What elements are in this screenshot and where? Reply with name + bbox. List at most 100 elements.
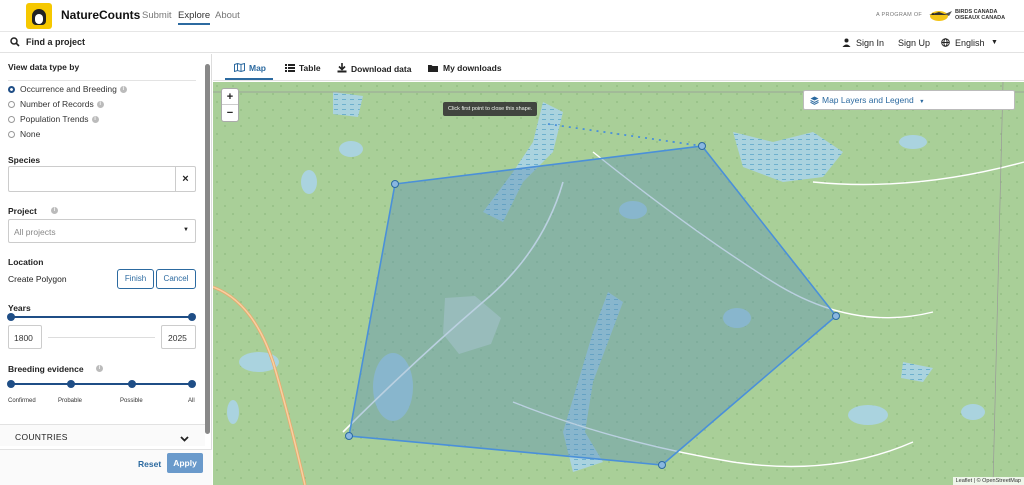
search-icon[interactable] [10, 37, 20, 50]
user-icon[interactable] [842, 38, 851, 49]
sign-in-link[interactable]: Sign In [856, 38, 884, 48]
year-end-handle[interactable] [188, 313, 196, 321]
radio-label: None [20, 129, 41, 139]
nav-submit[interactable]: Submit [142, 10, 172, 21]
radio-label: Occurrence and Breeding [20, 84, 117, 94]
partner-name-fr: OISEAUX CANADA [955, 15, 1006, 21]
map-layers-label: Map Layers and Legend [822, 95, 914, 105]
clear-icon[interactable]: × [175, 167, 195, 191]
breeding-slider-track[interactable] [11, 383, 192, 385]
radio-button[interactable] [8, 100, 15, 108]
tab-map[interactable]: Map [234, 62, 266, 73]
globe-icon[interactable] [941, 38, 950, 49]
reset-button[interactable]: Reset [138, 459, 161, 469]
cancel-button[interactable]: Cancel [156, 269, 196, 289]
apply-button[interactable]: Apply [167, 453, 203, 473]
tab-my-downloads[interactable]: My downloads [428, 63, 502, 73]
bird-logo-belly [35, 14, 43, 24]
active-tab-underline [225, 78, 273, 80]
year-start-handle[interactable] [7, 313, 15, 321]
tab-my-downloads-label: My downloads [443, 63, 502, 73]
radio-population-trends[interactable]: Population Trends i [8, 114, 99, 124]
tick-label-all: All [188, 398, 195, 404]
breeding-tick-all[interactable] [188, 380, 196, 388]
filter-sidebar: View data type by Occurrence and Breedin… [0, 54, 212, 485]
nav-about[interactable]: About [215, 10, 240, 21]
years-heading: Years [8, 303, 31, 313]
radio-none[interactable]: None [8, 129, 40, 139]
folder-icon [428, 65, 438, 72]
sign-up-link[interactable]: Sign Up [898, 38, 930, 48]
info-icon[interactable]: i [96, 100, 104, 108]
breeding-tick-probable[interactable] [67, 380, 75, 388]
radio-label: Population Trends [20, 114, 89, 124]
naturecounts-logo[interactable] [26, 3, 52, 29]
top-navbar: NatureCounts Submit Explore About A PROG… [0, 0, 1024, 32]
nav-explore[interactable]: Explore [178, 10, 211, 25]
finish-button[interactable]: Finish [117, 269, 154, 289]
map-attribution[interactable]: Leaflet | © OpenStreetMap [952, 477, 1024, 485]
radio-button[interactable] [8, 115, 15, 123]
radio-occurrence-breeding[interactable]: Occurrence and Breeding i [8, 84, 127, 94]
radio-button[interactable] [8, 130, 15, 138]
species-heading: Species [8, 155, 41, 165]
info-icon[interactable]: i [91, 115, 99, 123]
map-canvas[interactable]: + − Click first point to close this shap… [213, 82, 1024, 485]
chevron-down-icon[interactable]: ▼ [991, 39, 998, 46]
tick-label-probable: Probable [58, 398, 83, 404]
program-label: A PROGRAM OF [876, 12, 923, 18]
project-select[interactable]: All projects ▼ [8, 219, 196, 243]
sidebar-actions: Reset Apply [0, 449, 212, 485]
divider [8, 80, 196, 81]
countries-accordion[interactable]: COUNTRIES [0, 424, 205, 446]
zoom-control: + − [221, 88, 239, 122]
tick-label-possible: Possible [120, 398, 143, 404]
breeding-tick-confirmed[interactable] [7, 380, 15, 388]
countries-label: COUNTRIES [15, 432, 68, 442]
view-tabs: Map Table Download data My downloads [213, 54, 1024, 81]
partner-name: BIRDS CANADA OISEAUX CANADA [955, 9, 1005, 21]
location-heading: Location [8, 257, 44, 267]
zoom-out-button[interactable]: − [222, 105, 238, 121]
tab-map-label: Map [249, 63, 266, 73]
language-select[interactable]: English [955, 38, 985, 48]
project-heading: Project [8, 206, 37, 216]
sidebar-scrollbar[interactable] [205, 64, 210, 434]
radio-label: Number of Records [20, 99, 94, 109]
chevron-down-icon: ▼ [919, 99, 925, 105]
tab-table[interactable]: Table [285, 63, 321, 73]
breeding-tick-possible[interactable] [128, 380, 136, 388]
list-icon [285, 64, 295, 72]
tab-table-label: Table [299, 63, 321, 73]
birds-canada-logo-icon[interactable] [925, 6, 953, 26]
zoom-in-button[interactable]: + [222, 89, 238, 105]
view-type-heading: View data type by [8, 62, 80, 72]
radio-number-of-records[interactable]: Number of Records i [8, 99, 104, 109]
breeding-evidence-heading: Breeding evidence [8, 364, 84, 374]
info-icon[interactable]: i [51, 207, 58, 214]
project-value: All projects [14, 227, 56, 237]
location-mode: Create Polygon [8, 274, 67, 284]
secondary-bar: Find a project Sign In Sign Up English ▼ [0, 33, 1024, 53]
find-project-link[interactable]: Find a project [26, 37, 85, 47]
year-start-input[interactable]: 1800 [8, 325, 42, 349]
chevron-down-icon [180, 430, 189, 448]
drawn-polygon[interactable] [213, 82, 1024, 485]
species-input[interactable]: × [8, 166, 196, 192]
years-slider-track[interactable] [11, 316, 192, 318]
year-end-input[interactable]: 2025 [161, 325, 196, 349]
layers-icon [810, 96, 819, 105]
info-icon[interactable]: i [96, 365, 103, 372]
tab-download-data[interactable]: Download data [337, 63, 411, 74]
info-icon[interactable]: i [119, 85, 127, 93]
year-range-divider [48, 337, 155, 338]
draw-tooltip: Click first point to close this shape. [443, 102, 538, 116]
tab-download-label: Download data [351, 64, 412, 74]
chevron-down-icon: ▼ [183, 227, 189, 233]
brand-name[interactable]: NatureCounts [61, 8, 140, 22]
map-icon [234, 62, 245, 73]
radio-button[interactable] [8, 85, 15, 93]
download-icon [337, 63, 347, 73]
map-layers-button[interactable]: Map Layers and Legend ▼ [803, 90, 1015, 110]
tick-label-confirmed: Confirmed [8, 398, 36, 404]
